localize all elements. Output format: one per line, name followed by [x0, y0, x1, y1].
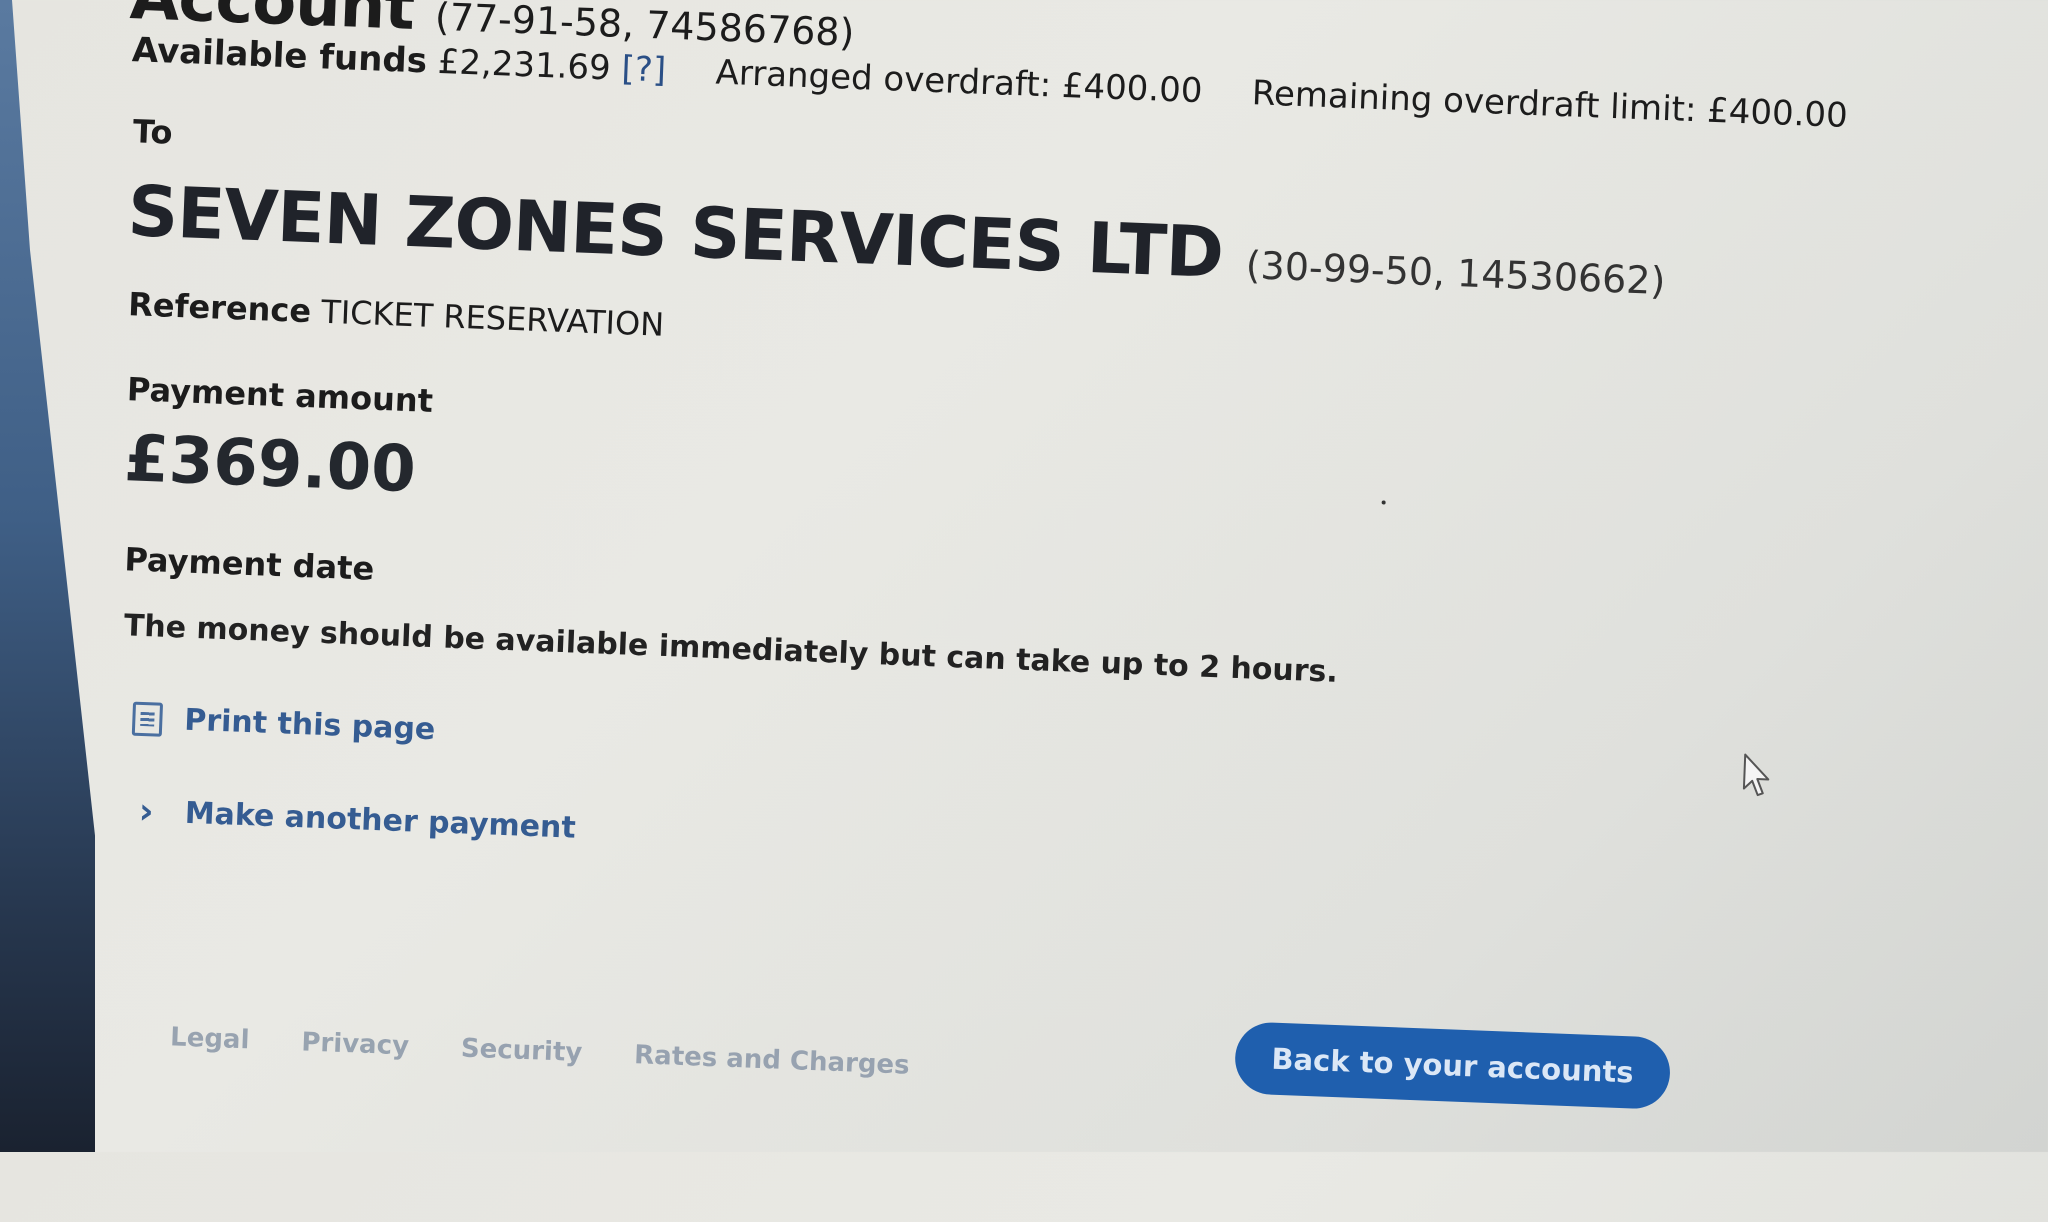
left-sidebar-edge [0, 0, 95, 1152]
back-to-accounts-button[interactable]: Back to your accounts [1233, 1021, 1672, 1110]
available-funds-value: £2,231.69 [437, 41, 612, 89]
arranged-overdraft: Arranged overdraft: £400.00 [714, 52, 1204, 112]
payee-name: SEVEN ZONES SERVICES LTD [126, 170, 1225, 295]
funds-summary: Available funds £2,231.69 [?] Arranged o… [131, 30, 1848, 136]
payment-amount-label: Payment amount [126, 370, 434, 420]
mouse-pointer-icon [1742, 753, 1770, 797]
chevron-right-icon: › [138, 790, 155, 833]
payment-confirmation-page: Account (77-91-58, 74586768) Available f… [86, 0, 1979, 1222]
reference-label: Reference [127, 285, 312, 331]
payee-heading: SEVEN ZONES SERVICES LTD (30-99-50, 1453… [126, 170, 1667, 311]
remaining-overdraft: Remaining overdraft limit: £400.00 [1251, 73, 1849, 137]
availability-info: The money should be available immediatel… [123, 608, 1339, 690]
payment-date-label: Payment date [123, 540, 375, 588]
payment-amount-value: £369.00 [122, 422, 418, 508]
footer-links: Legal Privacy Security Rates and Charges [170, 1022, 911, 1080]
payee-account: (30-99-50, 14530662) [1245, 243, 1667, 304]
reference-value: TICKET RESERVATION [320, 292, 665, 344]
footer-link-rates[interactable]: Rates and Charges [634, 1040, 911, 1081]
footer-link-security[interactable]: Security [460, 1033, 582, 1068]
print-page-link[interactable]: Print this page [131, 701, 436, 748]
to-label: To [132, 112, 174, 152]
funds-help-link[interactable]: [?] [621, 49, 667, 91]
print-page-icon [131, 701, 164, 737]
make-another-payment-link[interactable]: › Make another payment [138, 791, 576, 849]
screen-speck [1381, 500, 1386, 505]
footer-link-legal[interactable]: Legal [170, 1022, 250, 1055]
footer-link-privacy[interactable]: Privacy [301, 1027, 410, 1061]
reference-row: Reference TICKET RESERVATION [128, 285, 665, 344]
make-another-payment-label: Make another payment [184, 795, 577, 846]
print-page-label: Print this page [183, 702, 436, 748]
